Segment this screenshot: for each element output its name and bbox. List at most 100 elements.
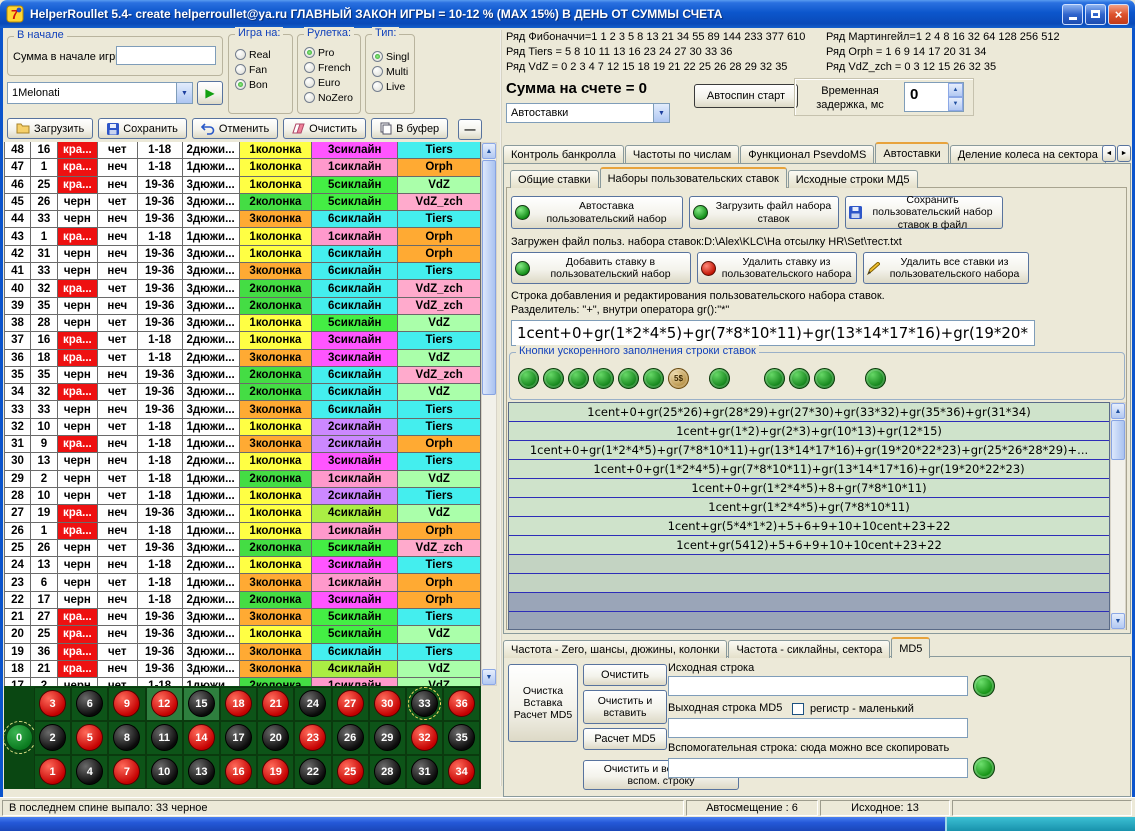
radio-singl[interactable]: Singl xyxy=(372,49,412,64)
radio-bon[interactable]: Bon xyxy=(235,77,290,92)
md5-aux-input[interactable] xyxy=(668,758,968,778)
quick-bet-button-7[interactable]: 5$ xyxy=(668,368,689,389)
scrollbar-thumb[interactable] xyxy=(482,160,496,395)
minimize-button[interactable] xyxy=(1062,4,1083,25)
board-cell-30[interactable]: 30 xyxy=(369,687,406,721)
board-cell-21[interactable]: 21 xyxy=(257,687,294,721)
table-row[interactable]: 236чернчет1-181дюжи...3колонка1сиклайнOr… xyxy=(5,574,481,591)
table-row[interactable]: 2127кра...неч19-363дюжи...3колонка5сикла… xyxy=(5,609,481,626)
spin-up-icon[interactable]: ▲ xyxy=(948,83,963,97)
tab-функционал-psevdoms[interactable]: Функционал PsevdoMS xyxy=(740,145,874,163)
autobet-user-set-button[interactable]: Автоставка пользовательский набор xyxy=(511,196,683,229)
table-row[interactable]: 2025кра...неч19-363дюжи...1колонка5сикла… xyxy=(5,626,481,643)
add-bet-button[interactable]: Добавить ставку в пользовательский набор xyxy=(511,252,691,284)
board-cell-19[interactable]: 19 xyxy=(257,755,294,789)
board-cell-24[interactable]: 24 xyxy=(294,687,331,721)
bet-list-item-3[interactable]: 1cent+0+gr(1*2*4*5)+gr(7*8*10*11)+gr(13*… xyxy=(509,441,1109,460)
radio-live[interactable]: Live xyxy=(372,79,412,94)
table-row[interactable]: 292чернчет1-181дюжи...2колонка1сиклайнVd… xyxy=(5,471,481,488)
table-row[interactable]: 4231черннеч19-363дюжи...1колонка6сиклайн… xyxy=(5,246,481,263)
scrollbar-thumb[interactable] xyxy=(1111,420,1125,460)
scroll-up-icon[interactable]: ▲ xyxy=(1111,403,1125,419)
board-cell-15[interactable]: 15 xyxy=(183,687,220,721)
table-row[interactable]: 3333черннеч19-363дюжи...3колонка6сиклайн… xyxy=(5,401,481,418)
clear-button[interactable]: Очистить xyxy=(283,118,366,139)
table-row[interactable]: 2217черннеч1-182дюжи...2колонка3сиклайнO… xyxy=(5,592,481,609)
table-row[interactable]: 3432кра...чет19-363дюжи...2колонка6сикла… xyxy=(5,384,481,401)
board-cell-27[interactable]: 27 xyxy=(332,687,369,721)
bet-list-item-1[interactable]: 1cent+0+gr(25*26)+gr(28*29)+gr(27*30)+gr… xyxy=(509,403,1109,422)
quick-bet-button-12[interactable] xyxy=(865,368,886,389)
table-row[interactable]: 2413черннеч1-182дюжи...1колонка3сиклайнT… xyxy=(5,557,481,574)
board-cell-2[interactable]: 2 xyxy=(34,721,71,755)
board-cell-17[interactable]: 17 xyxy=(220,721,257,755)
board-cell-31[interactable]: 31 xyxy=(406,755,443,789)
start-sum-input[interactable] xyxy=(116,46,216,65)
scroll-up-icon[interactable]: ▲ xyxy=(482,143,496,159)
table-row[interactable]: 2526чернчет19-363дюжи...2колонка5сиклайн… xyxy=(5,540,481,557)
board-cell-28[interactable]: 28 xyxy=(369,755,406,789)
md5-aux-go-button[interactable] xyxy=(973,757,995,779)
board-cell-12[interactable]: 12 xyxy=(146,687,183,721)
board-cell-36[interactable]: 36 xyxy=(443,687,480,721)
table-row[interactable]: 471кра...неч1-181дюжи...1колонка1сиклайн… xyxy=(5,159,481,176)
board-cell-1[interactable]: 1 xyxy=(34,755,71,789)
table-row[interactable]: 3935черннеч19-363дюжи...2колонка6сиклайн… xyxy=(5,298,481,315)
load-button[interactable]: Загрузить xyxy=(7,118,93,139)
board-cell-4[interactable]: 4 xyxy=(71,755,108,789)
bet-list-item-7[interactable]: 1cent+gr(5*4*1*2)+5+6+9+10+10cent+23+22 xyxy=(509,517,1109,536)
subtab-исходные-строки-мд5[interactable]: Исходные строки МД5 xyxy=(788,170,918,188)
scroll-down-icon[interactable]: ▼ xyxy=(482,669,496,685)
bet-list-item-11[interactable] xyxy=(509,593,1109,612)
delete-all-bets-button[interactable]: Удалить все ставки из пользовательского … xyxy=(863,252,1029,284)
undo-button[interactable]: Отменить xyxy=(192,118,278,139)
bet-list-item-12[interactable] xyxy=(509,612,1109,630)
board-cell-23[interactable]: 23 xyxy=(294,721,331,755)
quick-bet-button-4[interactable] xyxy=(593,368,614,389)
radio-fan[interactable]: Fan xyxy=(235,62,290,77)
board-cell-8[interactable]: 8 xyxy=(108,721,145,755)
to-buffer-button[interactable]: В буфер xyxy=(371,118,448,139)
autospin-start-button[interactable]: Автоспин старт xyxy=(694,84,798,108)
table-row[interactable]: 1821кра...неч19-363дюжи...3колонка4сикла… xyxy=(5,661,481,678)
table-row[interactable]: 4133черннеч19-363дюжи...3колонка6сиклайн… xyxy=(5,263,481,280)
quick-bet-button-10[interactable] xyxy=(789,368,810,389)
radio-pro[interactable]: Pro xyxy=(304,45,358,60)
board-cell-26[interactable]: 26 xyxy=(332,721,369,755)
radio-euro[interactable]: Euro xyxy=(304,75,358,90)
quick-bet-button-3[interactable] xyxy=(568,368,589,389)
taskbar[interactable] xyxy=(0,817,1135,831)
board-cell-16[interactable]: 16 xyxy=(220,755,257,789)
table-row[interactable]: 3828чернчет19-363дюжи...1колонка5сиклайн… xyxy=(5,315,481,332)
board-cell-9[interactable]: 9 xyxy=(108,687,145,721)
chevron-down-icon[interactable]: ▼ xyxy=(653,104,669,122)
subtab-наборы-пользовательских-ставок[interactable]: Наборы пользовательских ставок xyxy=(600,167,787,188)
maximize-button[interactable] xyxy=(1085,4,1106,25)
radio-french[interactable]: French xyxy=(304,60,358,75)
board-cell-10[interactable]: 10 xyxy=(146,755,183,789)
table-row[interactable]: 2810чернчет1-181дюжи...1колонка2сиклайнT… xyxy=(5,488,481,505)
table-row[interactable]: 431кра...неч1-181дюжи...1колонка1сиклайн… xyxy=(5,228,481,245)
table-row[interactable]: 261кра...неч1-181дюжи...1колонка1сиклайн… xyxy=(5,523,481,540)
bottomtab-частота-zero-шансы-дюжины-колонки[interactable]: Частота - Zero, шансы, дюжины, колонки xyxy=(503,640,727,658)
chevron-down-icon[interactable]: ▼ xyxy=(176,83,192,103)
table-row[interactable]: 3716кра...чет1-182дюжи...1колонка3сиклай… xyxy=(5,332,481,349)
table-row[interactable]: 3210чернчет1-181дюжи...1колонка2сиклайнT… xyxy=(5,419,481,436)
delete-bet-button[interactable]: Удалить ставку из пользовательского набо… xyxy=(697,252,857,284)
bet-list-item-10[interactable] xyxy=(509,574,1109,593)
board-cell-7[interactable]: 7 xyxy=(108,755,145,789)
quick-bet-button-9[interactable] xyxy=(764,368,785,389)
table-row[interactable]: 4032кра...чет19-363дюжи...2колонка6сикла… xyxy=(5,280,481,297)
board-cell-20[interactable]: 20 xyxy=(257,721,294,755)
play-button[interactable]: ▶ xyxy=(197,81,223,105)
bet-list-item-2[interactable]: 1cent+gr(1*2)+gr(2*3)+gr(10*13)+gr(12*15… xyxy=(509,422,1109,441)
spin-down-icon[interactable]: ▼ xyxy=(948,97,963,111)
save-button[interactable]: Сохранить xyxy=(98,118,187,139)
bet-list-item-5[interactable]: 1cent+0+gr(1*2*4*5)+8+gr(7*8*10*11) xyxy=(509,479,1109,498)
board-cell-33[interactable]: 33 xyxy=(406,687,443,721)
close-button[interactable]: × xyxy=(1108,4,1129,25)
bet-list-item-8[interactable]: 1cent+gr(5412)+5+6+9+10+10cent+23+22 xyxy=(509,536,1109,555)
preset-combo[interactable]: 1Melonati ▼ xyxy=(7,82,193,104)
board-cell-35[interactable]: 35 xyxy=(443,721,480,755)
board-cell-14[interactable]: 14 xyxy=(183,721,220,755)
